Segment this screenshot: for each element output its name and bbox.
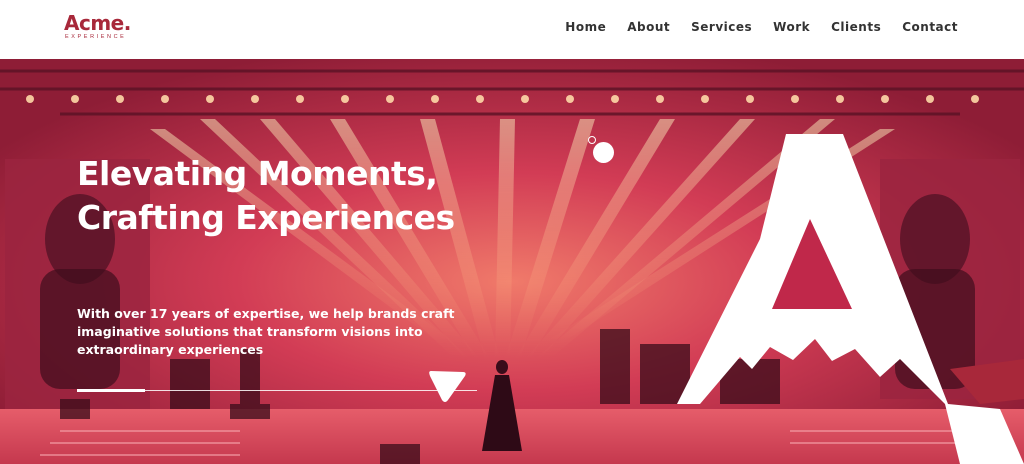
site-header: Acme. EXPERIENCE Home About Services Wor…: [0, 0, 1024, 59]
logo-wordmark: Acme.: [64, 11, 131, 35]
slider-fill: [77, 389, 145, 392]
hero-headline: Elevating Moments, Crafting Experiences: [77, 152, 537, 240]
circle-icon: [593, 142, 614, 163]
hero-headline-line-1: Elevating Moments,: [77, 154, 438, 193]
hero-slider-progress[interactable]: [77, 389, 477, 392]
nav-item-contact[interactable]: Contact: [902, 19, 958, 35]
nav-item-clients[interactable]: Clients: [831, 19, 881, 35]
logo-tagline: EXPERIENCE: [65, 34, 127, 40]
hero-subtext: With over 17 years of expertise, we help…: [77, 306, 455, 357]
main-nav: Home About Services Work Clients Contact: [565, 19, 958, 35]
nav-item-work[interactable]: Work: [773, 19, 810, 35]
brand-logo[interactable]: Acme. EXPERIENCE: [64, 12, 144, 42]
hero-section: Elevating Moments, Crafting Experiences …: [0, 59, 1024, 464]
brand-letter-a-icon: [677, 134, 1024, 464]
nav-item-home[interactable]: Home: [565, 19, 606, 35]
nav-item-about[interactable]: About: [627, 19, 670, 35]
triangle-icon: [429, 371, 466, 402]
hero-headline-line-2: Crafting Experiences: [77, 198, 455, 237]
circle-icon: [588, 136, 596, 144]
nav-item-services[interactable]: Services: [691, 19, 752, 35]
